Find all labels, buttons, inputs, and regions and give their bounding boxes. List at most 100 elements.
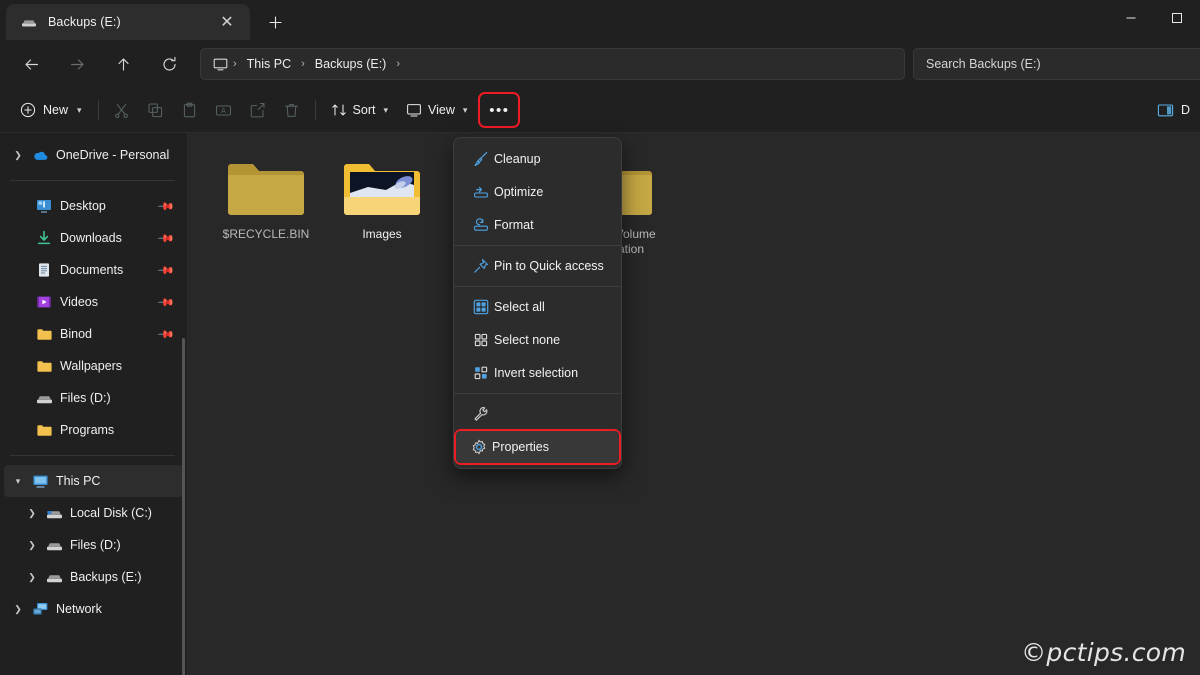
menu-item-label: Properties bbox=[492, 440, 549, 454]
menu-item-select-all[interactable]: Select all bbox=[458, 291, 617, 323]
format-disk-icon bbox=[468, 217, 494, 233]
menu-item-cleanup[interactable]: Cleanup bbox=[458, 143, 617, 175]
new-button[interactable]: New ▾ bbox=[10, 94, 92, 126]
folder-icon bbox=[32, 358, 56, 375]
search-input[interactable]: Search Backups (E:) bbox=[913, 48, 1200, 80]
select-none-icon bbox=[468, 332, 494, 348]
drive-icon bbox=[42, 537, 66, 554]
sidebar-item-this-pc[interactable]: ▾ This PC bbox=[4, 465, 183, 497]
forward-button[interactable] bbox=[60, 47, 94, 81]
thispc-icon bbox=[209, 53, 231, 75]
sidebar-item-network[interactable]: ❯ Network bbox=[4, 593, 183, 625]
maximize-button[interactable] bbox=[1154, 0, 1200, 36]
chevron-down-icon: ▾ bbox=[383, 104, 389, 115]
refresh-button[interactable] bbox=[152, 47, 186, 81]
invert-selection-icon bbox=[468, 365, 494, 381]
sidebar-item-files-d[interactable]: Files (D:) bbox=[4, 382, 183, 414]
menu-item-optimize[interactable]: Optimize bbox=[458, 176, 617, 208]
view-label: View bbox=[428, 103, 455, 117]
tab-backups-e[interactable]: Backups (E:) ✕ bbox=[6, 4, 250, 40]
see-more-button[interactable]: ••• bbox=[482, 96, 516, 124]
chevron-right-icon[interactable]: ❯ bbox=[22, 508, 42, 519]
search-placeholder: Search Backups (E:) bbox=[926, 57, 1041, 71]
breadcrumb[interactable]: › This PC › Backups (E:) › bbox=[200, 48, 905, 80]
optimize-disk-icon bbox=[468, 184, 494, 200]
chevron-right-icon[interactable]: ❯ bbox=[8, 604, 28, 615]
list-item[interactable]: $RECYCLE.BIN bbox=[208, 151, 324, 265]
menu-item-properties[interactable] bbox=[458, 398, 617, 430]
address-bar: › This PC › Backups (E:) › Search Backup… bbox=[0, 40, 1200, 88]
sidebar-item-label: Backups (E:) bbox=[70, 570, 142, 584]
menu-item-label: Format bbox=[494, 218, 534, 232]
list-item[interactable]: Images bbox=[324, 151, 440, 265]
menu-separator bbox=[454, 245, 621, 246]
menu-item-options[interactable]: Properties bbox=[456, 431, 619, 463]
watermark: ©pctips.com bbox=[1021, 638, 1186, 667]
drive-icon bbox=[32, 390, 56, 407]
sidebar-item-onedrive[interactable]: ❯ OneDrive - Personal bbox=[4, 139, 183, 171]
menu-item-pin-to-quick-access[interactable]: Pin to Quick access bbox=[458, 250, 617, 282]
toolbar-divider bbox=[97, 100, 99, 120]
sidebar-item-programs[interactable]: Programs bbox=[4, 414, 183, 446]
breadcrumb-item-backups[interactable]: Backups (E:) bbox=[307, 57, 395, 71]
chevron-right-icon[interactable]: ❯ bbox=[8, 150, 28, 161]
sidebar-item-label: Programs bbox=[60, 423, 115, 437]
file-list-area[interactable]: $RECYCLE.BIN Images Volume ©pctips.com bbox=[188, 133, 1200, 675]
svg-text:A: A bbox=[221, 108, 226, 115]
breadcrumb-separator: › bbox=[396, 58, 401, 70]
sidebar-item-backups-e[interactable]: ❯ Backups (E:) bbox=[4, 561, 183, 593]
sidebar-item-binod[interactable]: Binod 📌 bbox=[4, 318, 183, 350]
pin-icon: 📌 bbox=[156, 293, 175, 312]
sidebar-item-label: Videos bbox=[60, 295, 98, 309]
localdisk-icon bbox=[42, 505, 66, 522]
sidebar-item-local-disk-c[interactable]: ❯ Local Disk (C:) bbox=[4, 497, 183, 529]
close-icon[interactable]: ✕ bbox=[214, 9, 240, 35]
sidebar-item-videos[interactable]: Videos 📌 bbox=[4, 286, 183, 318]
menu-item-label: Pin to Quick access bbox=[494, 259, 604, 273]
sidebar-item-label: Network bbox=[56, 602, 102, 616]
tab-title: Backups (E:) bbox=[48, 15, 121, 29]
cut-icon[interactable] bbox=[105, 94, 139, 126]
new-button-label: New bbox=[43, 103, 69, 117]
details-pane-button[interactable]: D bbox=[1151, 95, 1196, 125]
breadcrumb-separator: › bbox=[301, 58, 305, 70]
options-highlight: Properties bbox=[454, 429, 621, 465]
breadcrumb-separator: › bbox=[233, 58, 237, 70]
folder-icon-hidden bbox=[226, 157, 306, 219]
file-explorer-window: Backups (E:) ✕ › This PC › Backups (E:) … bbox=[0, 0, 1200, 675]
delete-icon[interactable] bbox=[275, 94, 309, 126]
toolbar-right-group: D bbox=[1151, 95, 1200, 125]
sidebar-item-label: OneDrive - Personal bbox=[56, 148, 170, 162]
folder-icon-thumbnail bbox=[342, 157, 422, 219]
sidebar-scrollbar[interactable] bbox=[182, 338, 185, 675]
breadcrumb-item-this-pc[interactable]: This PC bbox=[239, 57, 299, 71]
back-button[interactable] bbox=[14, 47, 48, 81]
chevron-down-icon[interactable]: ▾ bbox=[8, 476, 28, 487]
up-button[interactable] bbox=[106, 47, 140, 81]
share-icon[interactable] bbox=[241, 94, 275, 126]
menu-item-select-none[interactable]: Select none bbox=[458, 324, 617, 356]
sidebar-item-label: Downloads bbox=[60, 231, 122, 245]
desktop-icon bbox=[32, 198, 56, 214]
menu-item-label: Optimize bbox=[494, 185, 544, 199]
sidebar-item-documents[interactable]: Documents 📌 bbox=[4, 254, 183, 286]
minimize-button[interactable] bbox=[1108, 0, 1154, 36]
menu-item-invert-selection[interactable]: Invert selection bbox=[458, 357, 617, 389]
folder-name: $RECYCLE.BIN bbox=[222, 227, 310, 241]
sort-button[interactable]: Sort ▾ bbox=[322, 94, 397, 126]
menu-item-format[interactable]: Format bbox=[458, 209, 617, 241]
copy-icon[interactable] bbox=[139, 94, 173, 126]
sidebar-item-desktop[interactable]: Desktop 📌 bbox=[4, 190, 183, 222]
sidebar-item-files-d-thispc[interactable]: ❯ Files (D:) bbox=[4, 529, 183, 561]
rename-icon[interactable]: A bbox=[207, 94, 241, 126]
chevron-right-icon[interactable]: ❯ bbox=[22, 540, 42, 551]
documents-icon bbox=[32, 262, 56, 278]
view-button[interactable]: View ▾ bbox=[397, 94, 476, 126]
sidebar-item-downloads[interactable]: Downloads 📌 bbox=[4, 222, 183, 254]
sidebar-item-label: This PC bbox=[56, 474, 101, 488]
new-tab-button[interactable] bbox=[260, 7, 290, 37]
drive-icon bbox=[20, 13, 38, 31]
chevron-right-icon[interactable]: ❯ bbox=[22, 572, 42, 583]
sidebar-item-wallpapers[interactable]: Wallpapers bbox=[4, 350, 183, 382]
paste-icon[interactable] bbox=[173, 94, 207, 126]
